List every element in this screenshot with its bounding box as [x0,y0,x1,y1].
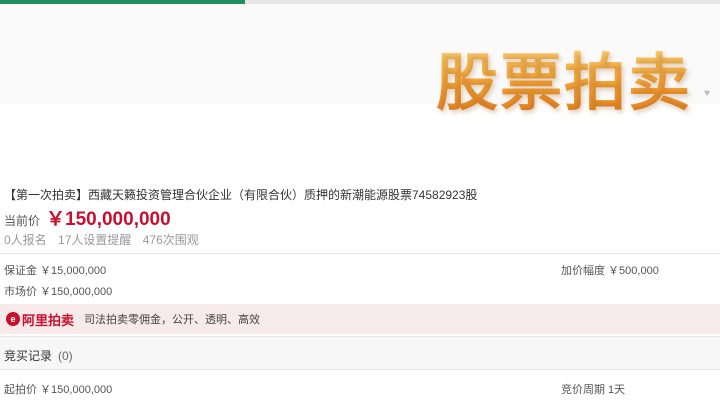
deposit-info: 保证金 ￥15,000,000 [4,265,107,277]
bid-records-title: 竞买记录 (0) [4,347,73,364]
current-price-value: ￥150,000,000 [46,209,171,230]
platform-slogan: 司法拍卖零佣金，公开、透明、高效 [84,314,261,326]
increment-info: 加价幅度 ￥500,000 [561,265,659,277]
auction-item-title: 【第一次拍卖】西藏天籁投资管理合伙企业（有限合伙）质押的新潮能源股票745829… [4,188,478,202]
partial-row-right [561,399,621,405]
alibaba-auction-logo[interactable]: e 阿里拍卖 [6,310,74,329]
signup-count: 0人报名 [4,233,47,247]
bid-records-count: (0) [58,349,73,363]
banner: 股票拍卖 ♥ [0,4,720,119]
alibaba-logo-icon: e [6,312,20,326]
reminder-count: 17人设置提醒 [58,233,132,247]
current-price-row: 当前价 ￥150,000,000 [4,204,171,231]
platform-banner: e 阿里拍卖 司法拍卖零佣金，公开、透明、高效 [0,304,720,334]
current-price-label: 当前价 [4,214,41,228]
banner-title: 股票拍卖 [436,32,692,122]
banner-watermark: ♥ [704,88,710,99]
bid-records-header[interactable]: 竞买记录 (0) [0,336,720,370]
bid-records-label: 竞买记录 [4,349,53,363]
start-price-info: 起拍价 ￥150,000,000 [4,384,113,396]
auction-stats: 0人报名 17人设置提醒 476次围观 [4,231,207,248]
platform-logo-text: 阿里拍卖 [22,312,75,328]
partial-row-left [4,399,64,405]
view-count: 476次围观 [142,233,199,247]
divider [0,253,720,254]
bid-cycle-info: 竞价周期 1天 [561,384,626,396]
market-price-info: 市场价 ￥150,000,000 [4,286,113,298]
